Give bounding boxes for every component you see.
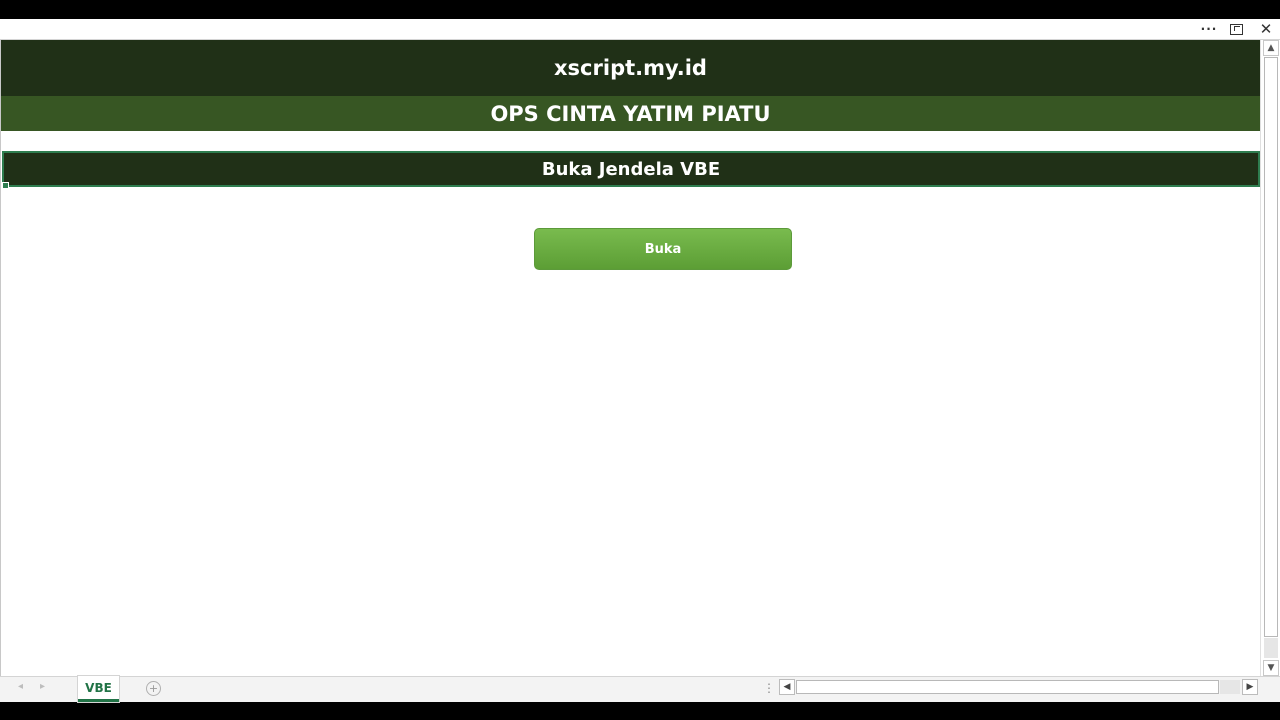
subtitle: OPS CINTA YATIM PIATU xyxy=(490,101,771,126)
scroll-right-button[interactable]: ▶ xyxy=(1242,679,1258,695)
sheet-tab-label: VBE xyxy=(85,680,112,695)
restore-icon xyxy=(1229,23,1243,35)
open-vbe-button[interactable]: Buka xyxy=(534,228,792,270)
vertical-scroll-track[interactable] xyxy=(1264,638,1278,658)
horizontal-scroll-thumb[interactable] xyxy=(796,680,1219,694)
site-title-banner: xscript.my.id xyxy=(1,40,1260,96)
window-titlebar: ··· ✕ xyxy=(0,19,1280,40)
subtitle-banner: OPS CINTA YATIM PIATU xyxy=(1,96,1260,131)
fill-handle[interactable] xyxy=(2,182,9,189)
scroll-left-icon: ◀ xyxy=(783,682,791,692)
open-vbe-button-label: Buka xyxy=(644,241,682,257)
scroll-left-button[interactable]: ◀ xyxy=(779,679,795,695)
plus-icon: + xyxy=(148,682,159,695)
scroll-up-icon: ▲ xyxy=(1267,43,1275,53)
scroll-down-button[interactable]: ▼ xyxy=(1263,660,1279,676)
sheet-tab-bar: ◂ ▸ VBE + ⋮ ◀ ▶ xyxy=(0,676,1280,702)
more-icon: ··· xyxy=(1200,22,1218,36)
vertical-scroll-thumb[interactable] xyxy=(1264,57,1278,637)
add-sheet-icon[interactable]: + xyxy=(146,681,161,696)
scroll-down-icon: ▼ xyxy=(1267,663,1275,673)
site-title: xscript.my.id xyxy=(554,56,707,80)
worksheet-area[interactable]: xscript.my.id OPS CINTA YATIM PIATU Buka… xyxy=(0,40,1260,676)
close-button[interactable]: ✕ xyxy=(1253,19,1279,39)
vertical-scrollbar[interactable]: ▲ ▼ xyxy=(1260,40,1280,676)
horizontal-scrollbar[interactable]: ◀ ▶ xyxy=(779,679,1259,696)
close-icon: ✕ xyxy=(1259,20,1273,38)
selected-cell-section-heading[interactable]: Buka Jendela VBE xyxy=(2,151,1260,189)
previous-sheet-icon[interactable]: ◂ xyxy=(18,681,23,692)
more-options-button[interactable]: ··· xyxy=(1196,19,1222,39)
horizontal-scroll-track[interactable] xyxy=(1220,680,1240,694)
section-heading: Buka Jendela VBE xyxy=(541,158,721,180)
scroll-up-button[interactable]: ▲ xyxy=(1263,40,1279,56)
sheet-tab-vbe[interactable]: VBE xyxy=(78,676,119,702)
next-sheet-icon[interactable]: ▸ xyxy=(40,681,45,692)
restore-button[interactable] xyxy=(1223,19,1249,39)
split-handle-icon[interactable]: ⋮ xyxy=(763,681,775,695)
scroll-right-icon: ▶ xyxy=(1246,682,1254,692)
excel-window: ··· ✕ xscript.my.id OPS CINTA YATIM PIAT… xyxy=(0,19,1280,702)
